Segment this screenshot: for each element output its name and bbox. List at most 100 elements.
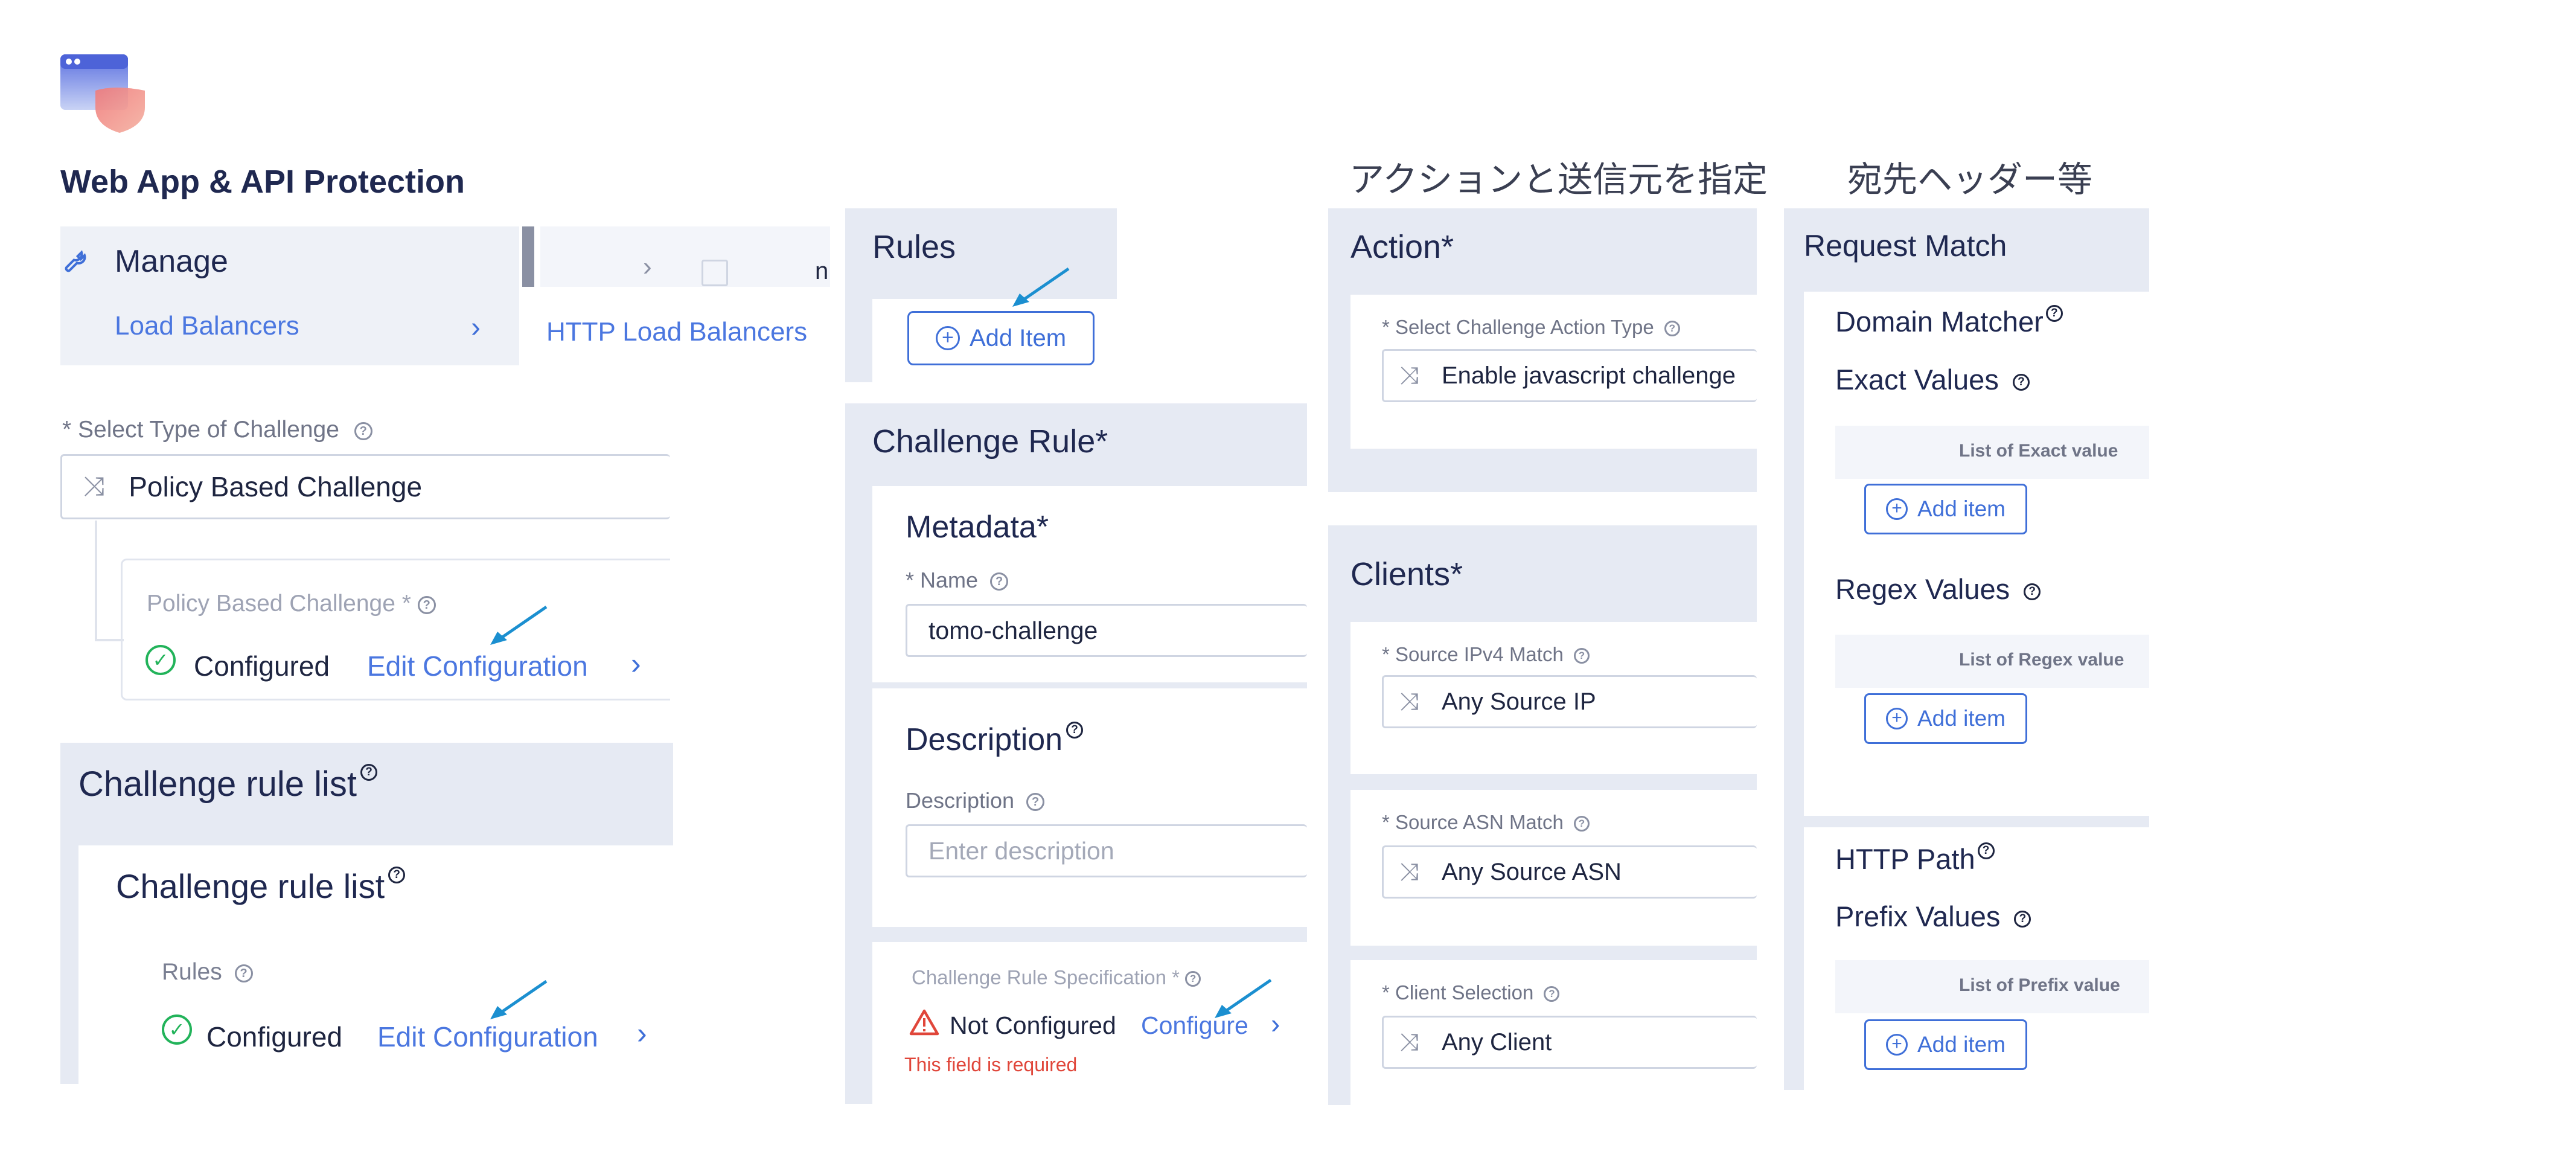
- name-label: * Name ?: [906, 568, 1009, 593]
- ipv4-select[interactable]: ⤨ Any Source IP: [1382, 675, 1757, 728]
- description-title: Description?: [906, 722, 1084, 758]
- help-icon[interactable]: ?: [1977, 842, 1995, 859]
- shuffle-icon: ⤨: [1399, 688, 1419, 715]
- label-text: Description: [906, 788, 1015, 813]
- plus-circle-icon: +: [1885, 1034, 1908, 1056]
- help-icon[interactable]: ?: [2045, 305, 2063, 322]
- help-icon[interactable]: ?: [417, 595, 436, 614]
- pointer-arrow-icon: [1012, 267, 1070, 307]
- add-item-button[interactable]: + Add item: [1864, 1019, 2027, 1070]
- check-circle-icon: ✓: [162, 1014, 192, 1045]
- chevron-right-icon: ›: [471, 312, 481, 344]
- action-type-card: * Select Challenge Action Type ? ⤨ Enabl…: [1350, 295, 1757, 449]
- label-text: * Source ASN Match: [1382, 811, 1564, 833]
- title-text: Challenge rule list: [116, 867, 385, 905]
- warning-icon: [909, 1008, 940, 1039]
- manage-label[interactable]: Manage: [115, 243, 228, 280]
- required-mark: *: [1095, 423, 1108, 460]
- help-icon[interactable]: ?: [2012, 373, 2030, 391]
- title-text: Challenge Rule: [872, 423, 1096, 460]
- challenge-rule-title: Challenge Rule*: [872, 423, 1108, 460]
- select-value: Policy Based Challenge: [129, 471, 423, 502]
- help-icon[interactable]: ?: [234, 964, 253, 982]
- spec-card: Challenge Rule Specification * ? Not Con…: [872, 942, 1307, 1104]
- help-icon[interactable]: ?: [388, 867, 406, 883]
- checkbox[interactable]: [702, 260, 728, 286]
- action-type-select[interactable]: ⤨ Enable javascript challenge: [1382, 349, 1757, 402]
- policy-label: Policy Based Challenge * ?: [147, 591, 436, 617]
- ipv4-card: * Source IPv4 Match ? ⤨ Any Source IP: [1350, 622, 1757, 774]
- label-text: Challenge Rule Specification *: [912, 966, 1180, 989]
- help-icon[interactable]: ?: [1066, 722, 1084, 739]
- check-circle-icon: ✓: [145, 645, 176, 675]
- add-item-button[interactable]: + Add item: [1864, 484, 2027, 534]
- add-item-button[interactable]: + Add Item: [907, 311, 1095, 365]
- asn-select[interactable]: ⤨ Any Source ASN: [1382, 845, 1757, 899]
- help-icon[interactable]: ?: [360, 764, 378, 781]
- rules-title: Rules: [872, 229, 956, 265]
- request-title: Request Match: [1804, 229, 2007, 263]
- pointer-arrow-icon: [490, 605, 548, 645]
- plus-circle-icon: +: [935, 326, 960, 350]
- nav-item-load-balancers[interactable]: Load Balancers ›: [115, 311, 501, 353]
- rule-list-inner-title: Challenge rule list?: [116, 867, 406, 906]
- wrench-icon: [60, 243, 97, 280]
- title-text: Action: [1350, 229, 1442, 265]
- policy-card: Policy Based Challenge * ? ✓ Configured …: [121, 559, 670, 700]
- asn-label: * Source ASN Match ?: [1382, 811, 1590, 834]
- rule-list-title: Challenge rule list?: [78, 764, 378, 804]
- label-text: Rules: [162, 959, 222, 985]
- exact-title: Exact Values ?: [1835, 363, 2030, 396]
- help-icon[interactable]: ?: [1185, 971, 1201, 987]
- domain-title: Domain Matcher?: [1835, 305, 2063, 338]
- list-header-text: List of Exact value: [1959, 441, 2118, 461]
- chevron-right-icon[interactable]: ›: [637, 1016, 647, 1051]
- label-text: * Source IPv4 Match: [1382, 643, 1564, 665]
- help-icon[interactable]: ?: [2014, 910, 2031, 928]
- name-input[interactable]: tomo-challenge: [906, 604, 1307, 657]
- label-text: * Client Selection: [1382, 981, 1534, 1004]
- help-icon[interactable]: ?: [1664, 321, 1680, 337]
- plus-circle-icon: +: [1885, 708, 1908, 729]
- help-icon[interactable]: ?: [354, 421, 372, 440]
- chevron-right-icon[interactable]: ›: [631, 646, 641, 681]
- title-text: Challenge rule list: [78, 764, 357, 804]
- list-header-text: List of Regex value: [1959, 650, 2124, 670]
- chevron-right-icon[interactable]: ›: [643, 252, 652, 282]
- help-icon[interactable]: ?: [1573, 648, 1590, 664]
- help-icon[interactable]: ?: [1544, 986, 1560, 1002]
- help-icon[interactable]: ?: [1573, 816, 1590, 832]
- label-text: Policy Based Challenge *: [147, 591, 411, 617]
- add-item-button[interactable]: + Add item: [1864, 693, 2027, 744]
- client-label: * Client Selection ?: [1382, 981, 1560, 1004]
- exact-list-header: List of Exact value: [1835, 426, 2149, 479]
- action-caption: アクションと送信元を指定: [1349, 160, 1768, 199]
- title-text: Metadata: [906, 510, 1037, 545]
- title-text: Clients: [1350, 556, 1451, 592]
- metadata-title: Metadata*: [906, 509, 1049, 545]
- challenge-type-select[interactable]: ⤨ Policy Based Challenge: [60, 454, 670, 519]
- action-type-label: * Select Challenge Action Type ?: [1382, 316, 1680, 339]
- required-mark: *: [1450, 556, 1463, 592]
- asn-card: * Source ASN Match ? ⤨ Any Source ASN: [1350, 790, 1757, 946]
- help-icon[interactable]: ?: [1026, 793, 1045, 812]
- pointer-arrow-icon: [1215, 978, 1272, 1018]
- error-text: This field is required: [904, 1054, 1078, 1075]
- title-text: Description: [906, 722, 1063, 757]
- edit-configuration-link[interactable]: Edit Configuration: [377, 1021, 598, 1053]
- plus-circle-icon: +: [1885, 498, 1908, 520]
- help-icon[interactable]: ?: [2024, 583, 2041, 600]
- prefix-title: Prefix Values ?: [1835, 900, 2031, 933]
- edit-configuration-link[interactable]: Edit Configuration: [367, 650, 588, 682]
- label-text: * Select Type of Challenge: [62, 417, 339, 443]
- nav-item-http-load-balancers[interactable]: HTTP Load Balancers: [546, 317, 807, 347]
- prefix-list-header: List of Prefix value: [1835, 960, 2149, 1013]
- rule-list-card: Challenge rule list? Rules ? ✓ Configure…: [78, 845, 673, 1084]
- button-label: Add item: [1917, 706, 2006, 731]
- description-input[interactable]: Enter description: [906, 824, 1307, 877]
- label-text: * Name: [906, 568, 979, 592]
- client-select[interactable]: ⤨ Any Client: [1382, 1016, 1757, 1069]
- title-text: Domain Matcher: [1835, 306, 2044, 338]
- help-icon[interactable]: ?: [990, 572, 1009, 591]
- path-card: HTTP Path? Prefix Values ? List of Prefi…: [1804, 827, 2149, 1090]
